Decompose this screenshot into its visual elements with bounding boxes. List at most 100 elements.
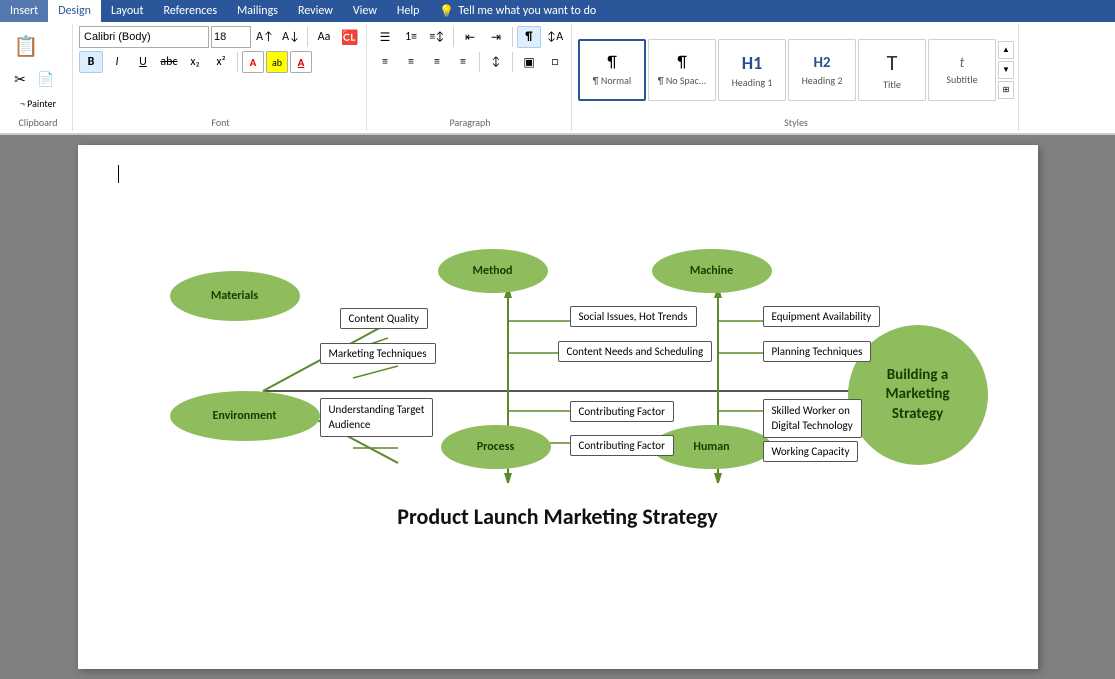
- bullets-button[interactable]: ☰: [373, 26, 397, 48]
- label-contributing2: Contributing Factor: [570, 435, 674, 456]
- decrease-font-button[interactable]: A↓: [279, 26, 303, 48]
- label-equipment: Equipment Availability: [763, 306, 881, 327]
- styles-scroll: ▲ ▼ ⊞: [998, 41, 1014, 99]
- numbering-button[interactable]: 1≡: [399, 26, 423, 48]
- superscript-button[interactable]: x²: [209, 51, 233, 73]
- cursor-area: [118, 165, 998, 183]
- underline-button[interactable]: U: [131, 51, 155, 73]
- menu-insert[interactable]: Insert: [0, 0, 48, 22]
- oval-human-label: Human: [693, 440, 729, 454]
- style-title[interactable]: T Title: [858, 39, 926, 101]
- bold-button[interactable]: B: [79, 51, 103, 73]
- paste-button[interactable]: 📋: [8, 26, 44, 66]
- style-heading1-label: Heading 1: [732, 76, 773, 89]
- font-label: Font: [79, 116, 362, 129]
- menu-tell-me[interactable]: 💡 Tell me what you want to do: [429, 0, 606, 22]
- menu-layout[interactable]: Layout: [101, 0, 154, 22]
- clear-format-button[interactable]: 🆑: [338, 26, 362, 48]
- styles-scroll-down[interactable]: ▼: [998, 61, 1014, 79]
- label-content-needs: Content Needs and Scheduling: [558, 341, 713, 362]
- show-formatting-button[interactable]: ¶: [517, 26, 541, 48]
- subscript-button[interactable]: x₂: [183, 51, 207, 73]
- decrease-indent-button[interactable]: ⇤: [458, 26, 482, 48]
- style-heading1[interactable]: H1 Heading 1: [718, 39, 786, 101]
- font-color-button[interactable]: A: [290, 51, 312, 73]
- style-no-spacing[interactable]: ¶ ¶ No Spac...: [648, 39, 716, 101]
- styles-more[interactable]: ⊞: [998, 81, 1014, 99]
- paragraph-group: ☰ 1≡ ≡↕ ⇤ ⇥ ¶ ↕A ≡ ≡ ≡ ≡ ↕: [369, 24, 572, 131]
- font-group-content: A↑ A↓ Aa 🆑 B I U abc x₂ x² A ab A: [79, 26, 362, 114]
- label-planning: Planning Techniques: [763, 341, 872, 362]
- label-marketing-techniques: Marketing Techniques: [320, 343, 436, 364]
- oval-environment: Environment: [170, 391, 320, 441]
- font-name-input[interactable]: [79, 26, 209, 48]
- align-right-button[interactable]: ≡: [425, 51, 449, 73]
- menu-review[interactable]: Review: [288, 0, 343, 22]
- label-contributing1: Contributing Factor: [570, 401, 674, 422]
- oval-materials-label: Materials: [211, 289, 258, 303]
- menu-references[interactable]: References: [153, 0, 227, 22]
- borders-button[interactable]: □: [543, 51, 567, 73]
- format-painter-button[interactable]: ¬ Painter: [8, 92, 68, 114]
- justify-button[interactable]: ≡: [451, 51, 475, 73]
- style-title-preview: T: [887, 49, 898, 76]
- oval-materials: Materials: [170, 271, 300, 321]
- clipboard-label: Clipboard: [8, 116, 68, 129]
- style-title-label: Title: [883, 78, 901, 91]
- clipboard-group-content: 📋 ✂ 📄 ¬ Painter: [8, 26, 68, 114]
- menu-design[interactable]: Design: [48, 0, 101, 22]
- label-content-quality: Content Quality: [340, 308, 428, 329]
- text-color-button[interactable]: A: [242, 51, 264, 73]
- highlight-button[interactable]: ab: [266, 51, 288, 73]
- style-heading2-preview: H2: [813, 54, 830, 72]
- increase-indent-button[interactable]: ⇥: [484, 26, 508, 48]
- menu-mailings[interactable]: Mailings: [227, 0, 288, 22]
- menu-bar: Insert Design Layout References Mailings…: [0, 0, 1115, 22]
- style-heading1-preview: H1: [742, 52, 762, 74]
- align-center-button[interactable]: ≡: [399, 51, 423, 73]
- shading-button[interactable]: ▣: [517, 51, 541, 73]
- styles-group: ¶ ¶ Normal ¶ ¶ No Spac... H1 Heading 1 H…: [574, 24, 1019, 131]
- paragraph-group-content: ☰ 1≡ ≡↕ ⇤ ⇥ ¶ ↕A ≡ ≡ ≡ ≡ ↕: [373, 26, 567, 114]
- oval-method: Method: [438, 249, 548, 293]
- ribbon-content: 📋 ✂ 📄 ¬ Painter Clipboard A↑ A↓: [0, 22, 1115, 134]
- paragraph-label: Paragraph: [373, 116, 567, 129]
- cut-button[interactable]: ✂: [8, 68, 32, 90]
- text-cursor: [118, 165, 119, 183]
- oval-method-label: Method: [473, 264, 513, 278]
- fishbone-diagram: Materials Method Machine Environment Pro…: [118, 203, 998, 483]
- menu-help[interactable]: Help: [387, 0, 430, 22]
- sort-button[interactable]: ↕A: [543, 26, 567, 48]
- styles-label: Styles: [578, 116, 1014, 129]
- strikethrough-button[interactable]: abc: [157, 51, 181, 73]
- styles-scroll-up[interactable]: ▲: [998, 41, 1014, 59]
- change-case-button[interactable]: Aa: [312, 26, 336, 48]
- style-no-spacing-preview: ¶: [677, 53, 686, 72]
- oval-main-label: Building aMarketingStrategy: [881, 362, 953, 429]
- ribbon: 📋 ✂ 📄 ¬ Painter Clipboard A↑ A↓: [0, 22, 1115, 135]
- document-area: Materials Method Machine Environment Pro…: [0, 135, 1115, 679]
- font-group: A↑ A↓ Aa 🆑 B I U abc x₂ x² A ab A: [75, 24, 367, 131]
- style-heading2-label: Heading 2: [802, 74, 843, 87]
- label-understanding-target: Understanding TargetAudience: [320, 398, 434, 437]
- copy-button[interactable]: 📄: [34, 68, 58, 90]
- italic-button[interactable]: I: [105, 51, 129, 73]
- line-spacing-button[interactable]: ↕: [484, 51, 508, 73]
- styles-group-content: ¶ ¶ Normal ¶ ¶ No Spac... H1 Heading 1 H…: [578, 26, 1014, 114]
- multilevel-list-button[interactable]: ≡↕: [425, 26, 449, 48]
- menu-view[interactable]: View: [343, 0, 387, 22]
- font-size-input[interactable]: [211, 26, 251, 48]
- style-normal[interactable]: ¶ ¶ Normal: [578, 39, 646, 101]
- label-skilled-worker: Skilled Worker onDigital Technology: [763, 399, 862, 438]
- increase-font-button[interactable]: A↑: [253, 26, 277, 48]
- tell-me-label: Tell me what you want to do: [458, 4, 596, 18]
- clipboard-group: 📋 ✂ 📄 ¬ Painter Clipboard: [4, 24, 73, 131]
- label-working-capacity: Working Capacity: [763, 441, 859, 462]
- align-left-button[interactable]: ≡: [373, 51, 397, 73]
- style-heading2[interactable]: H2 Heading 2: [788, 39, 856, 101]
- document-page: Materials Method Machine Environment Pro…: [78, 145, 1038, 669]
- label-social-issues: Social Issues, Hot Trends: [570, 306, 697, 327]
- style-subtitle-label: Subtitle: [946, 73, 977, 86]
- style-normal-preview: ¶: [607, 53, 616, 72]
- style-subtitle[interactable]: t Subtitle: [928, 39, 996, 101]
